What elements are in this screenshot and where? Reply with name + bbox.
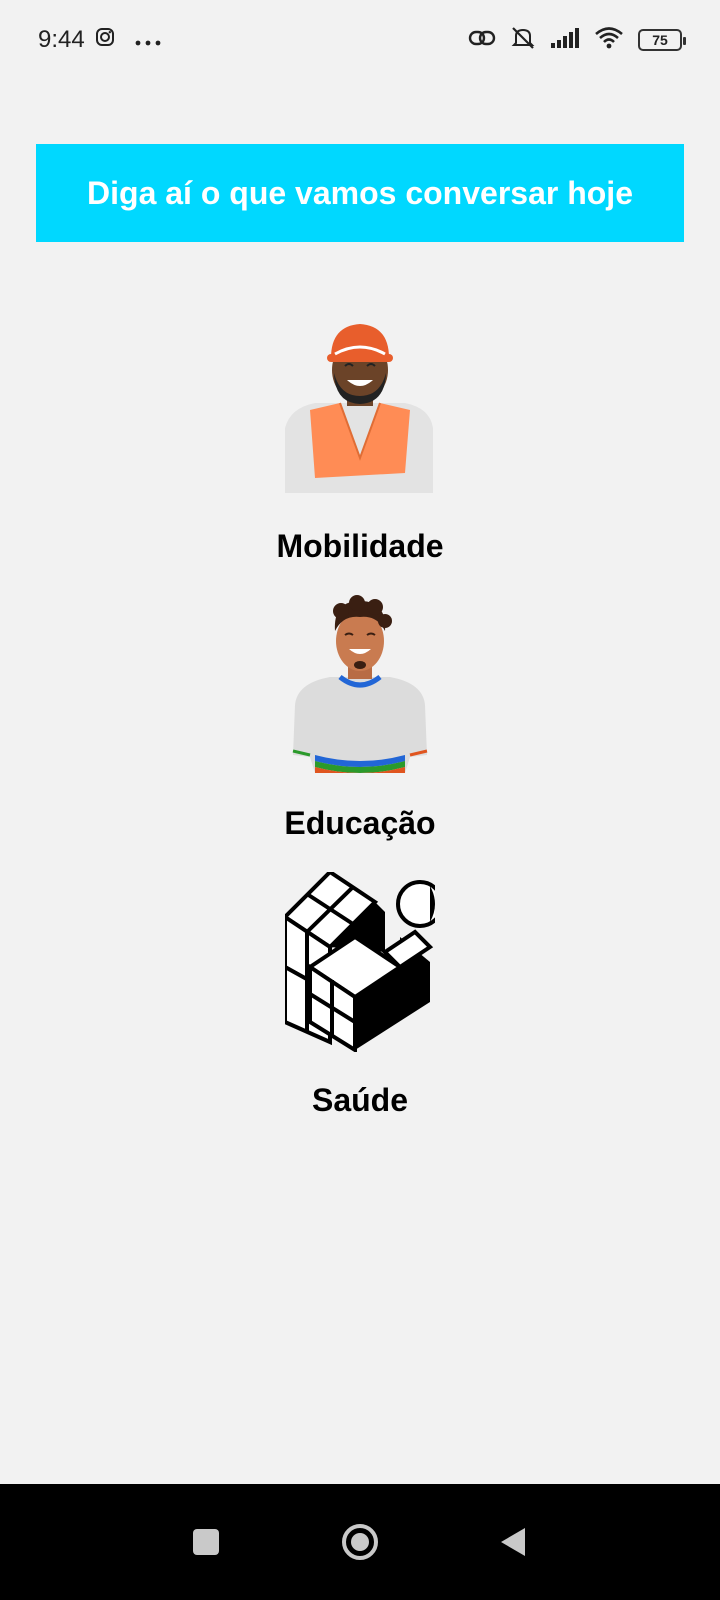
status-left: 9:44 [38,26,161,54]
home-button[interactable] [338,1520,382,1564]
header-banner: Diga aí o que vamos conversar hoje [36,144,684,242]
instagram-icon [95,26,115,54]
banner-title: Diga aí o que vamos conversar hoje [87,174,633,211]
battery-level: 75 [652,32,668,48]
home-icon [342,1524,378,1560]
silent-icon [510,25,536,56]
more-notifications-icon [135,26,161,54]
status-bar: 9:44 75 [0,0,720,80]
status-time: 9:44 [38,26,85,53]
recents-button[interactable] [184,1520,228,1564]
system-nav-bar [0,1484,720,1600]
student-illustration [292,595,428,773]
topic-label: Educação [284,805,436,841]
topic-label: Mobilidade [276,528,444,564]
construction-worker-illustration [285,324,433,493]
topic-saude[interactable]: Saúde [0,872,720,1119]
cubes-illustration [285,872,435,1052]
wifi-icon [594,26,624,55]
topic-educacao[interactable]: Educação [0,595,720,842]
link-icon [468,27,496,54]
status-right: 75 [468,25,686,56]
back-icon [501,1528,525,1556]
topic-label: Saúde [311,1082,409,1118]
signal-icon [550,27,580,54]
recents-icon [193,1529,219,1555]
battery-icon: 75 [638,29,686,51]
topic-mobilidade[interactable]: Mobilidade [0,318,720,565]
back-button[interactable] [492,1520,536,1564]
